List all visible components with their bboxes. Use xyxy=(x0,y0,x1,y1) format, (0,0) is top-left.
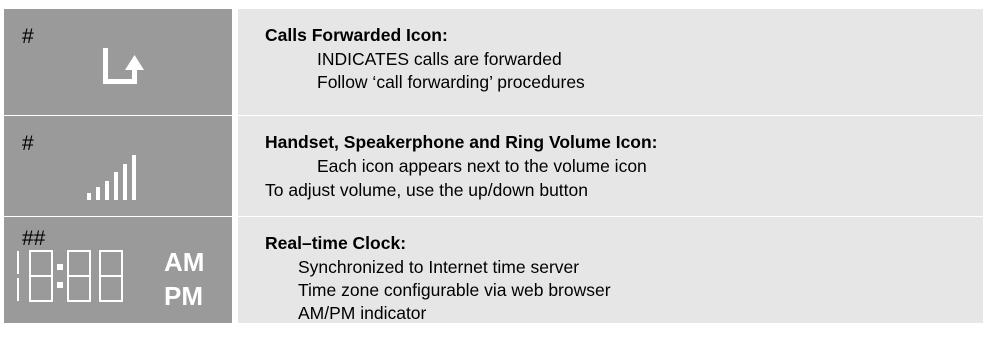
table-row-volume: # Handset, Speakerphone and Ring Volume … xyxy=(4,115,983,216)
row-marker: # xyxy=(22,132,34,155)
icon-reference-table: # Calls Forwarded Icon: INDICATES calls … xyxy=(4,9,983,323)
description-line: Synchronized to Internet time server xyxy=(298,257,580,277)
description-line: Follow ‘call forwarding’ procedures xyxy=(317,72,585,92)
description-line: INDICATES calls are forwarded xyxy=(317,49,562,69)
row-title: Calls Forwarded Icon: xyxy=(265,25,448,45)
volume-bars-icon xyxy=(87,155,136,200)
icon-cell: ## AM PM xyxy=(4,217,232,323)
pm-indicator: PM xyxy=(164,281,203,311)
clock-display-icon xyxy=(17,250,123,302)
row-title: Handset, Speakerphone and Ring Volume Ic… xyxy=(265,132,658,152)
description-line: Each icon appears next to the volume ico… xyxy=(317,156,647,176)
table-row-calls-forwarded: # Calls Forwarded Icon: INDICATES calls … xyxy=(4,9,983,115)
description-cell: Calls Forwarded Icon: INDICATES calls ar… xyxy=(238,9,983,115)
calls-forwarded-icon xyxy=(103,48,144,84)
icon-cell: # xyxy=(4,116,232,216)
description-line: Time zone configurable via web browser xyxy=(298,280,611,300)
description-line: AM/PM indicator xyxy=(298,303,427,323)
icon-cell: # xyxy=(4,9,232,115)
row-title: Real–time Clock: xyxy=(265,233,407,253)
row-marker: # xyxy=(22,25,34,48)
description-line: To adjust volume, use the up/down button xyxy=(265,180,588,200)
description-cell: Real–time Clock: Synchronized to Interne… xyxy=(238,217,983,323)
table-row-clock: ## AM PM Real–time Clock: Synchronized t… xyxy=(4,216,983,323)
description-cell: Handset, Speakerphone and Ring Volume Ic… xyxy=(238,116,983,216)
am-indicator: AM xyxy=(164,247,205,277)
